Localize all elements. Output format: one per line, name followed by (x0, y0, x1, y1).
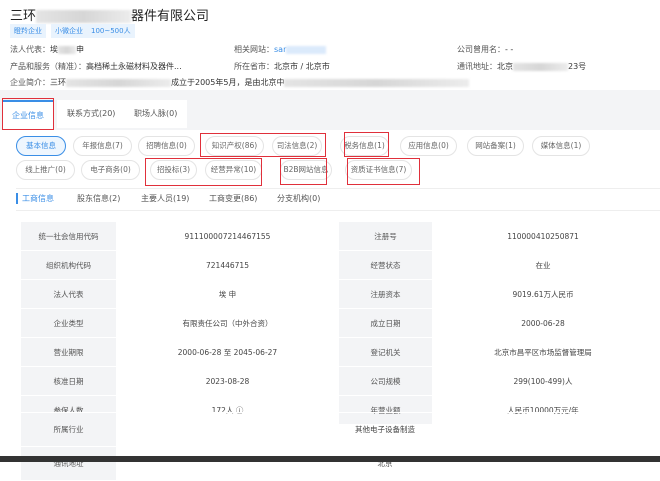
pill-annual[interactable]: 年报信息(7) (73, 136, 132, 156)
subtab-business[interactable]: 工商信息 (16, 193, 54, 204)
field-value: 其他电子设备制造 (116, 412, 654, 447)
subtab-shareholders[interactable]: 股东信息(2) (77, 193, 120, 204)
highlight-box (280, 158, 327, 185)
address: 通讯地址：北京 23号 (457, 62, 587, 71)
highlight-box (2, 98, 54, 130)
field-value: 埃 申 (116, 279, 339, 309)
former-name: 公司曾用名：- - (457, 45, 514, 54)
field-value: 721446715 (116, 250, 339, 280)
table-row: 核准日期 2023-08-28 公司规模 299(100-499)人 (20, 366, 654, 396)
highlight-box (344, 132, 389, 157)
field-label: 通讯地址 (20, 446, 117, 481)
field-value: 北京市昌平区市场监督管理局 (432, 337, 654, 367)
field-value: 911100007214467155 (116, 221, 339, 251)
field-label: 成立日期 (338, 308, 433, 338)
field-value: 有限责任公司（中外合资） (116, 308, 339, 338)
highlight-box (347, 158, 420, 185)
tag: 瞪羚企业 (10, 24, 46, 38)
field-label: 公司规模 (338, 366, 433, 396)
pill-basic[interactable]: 基本信息 (16, 136, 66, 156)
field-value: 9019.61万人民币 (432, 279, 654, 309)
field-value: 2000-06-28 (432, 308, 654, 338)
field-label: 法人代表 (20, 279, 117, 309)
pill-apps[interactable]: 应用信息(0) (400, 136, 457, 156)
intro: 企业简介：三环 成立于2005年5月，是由北京中 (10, 77, 470, 88)
field-label: 登记机关 (338, 337, 433, 367)
pill-site-record[interactable]: 网站备案(1) (467, 136, 524, 156)
field-label: 所属行业 (20, 412, 117, 447)
field-value: 在业 (432, 250, 654, 280)
table-row: 组织机构代码 721446715 经营状态 在业 (20, 250, 654, 280)
field-label: 组织机构代码 (20, 250, 117, 280)
legal-rep: 法人代表：埃申 (10, 45, 84, 54)
subtab-branches[interactable]: 分支机构(0) (277, 193, 320, 204)
tag: 小微企业 (51, 24, 87, 38)
table-row: 营业期限 2000-06-28 至 2045-06-27 登记机关 北京市昌平区市场监… (20, 337, 654, 367)
field-value: 2000-06-28 至 2045-06-27 (116, 337, 339, 367)
website: 相关网站：sar (234, 44, 327, 55)
pill-recruit[interactable]: 招聘信息(0) (138, 136, 195, 156)
field-value: 110000410250871 (432, 221, 654, 251)
table-row: 所属行业 其他电子设备制造 (20, 412, 654, 447)
field-label: 注册号 (338, 221, 433, 251)
field-label: 营业期限 (20, 337, 117, 367)
pill-media[interactable]: 媒体信息(1) (532, 136, 590, 156)
field-label: 经营状态 (338, 250, 433, 280)
field-label: 核准日期 (20, 366, 117, 396)
table-row: 企业类型 有限责任公司（中外合资） 成立日期 2000-06-28 (20, 308, 654, 338)
pill-promo[interactable]: 线上推广(0) (16, 160, 75, 180)
highlight-box (145, 158, 262, 186)
taskbar (0, 456, 660, 462)
field-value: 299(100-499)人 (432, 366, 654, 396)
industry-table: 所属行业 其他电子设备制造 通讯地址 北京 (20, 412, 654, 481)
subtab-changes[interactable]: 工商变更(86) (209, 193, 257, 204)
highlight-box (200, 133, 326, 157)
field-label: 企业类型 (20, 308, 117, 338)
subtab-staff[interactable]: 主要人员(19) (141, 193, 189, 204)
tab-contact[interactable]: 联系方式(20) (57, 100, 126, 128)
table-row: 统一社会信用代码 911100007214467155 注册号 11000041025… (20, 221, 654, 251)
table-row: 法人代表埃 申注册资本 9019.61万人民币 (20, 279, 654, 309)
field-label: 注册资本 (338, 279, 433, 309)
tag: 100~500人 (87, 24, 135, 38)
tab-network[interactable]: 职场人脉(0) (124, 100, 188, 128)
field-value: 2023-08-28 (116, 366, 339, 396)
pill-ecommerce[interactable]: 电子商务(0) (81, 160, 140, 180)
field-value: 北京 (116, 446, 654, 481)
products: 产品和服务（精准）：高档稀土永磁材料及器件... (10, 62, 182, 71)
business-info-table: 统一社会信用代码 911100007214467155 注册号 11000041025… (20, 221, 654, 425)
field-label: 统一社会信用代码 (20, 221, 117, 251)
table-row: 通讯地址 北京 (20, 446, 654, 481)
province: 所在省市：北京市 / 北京市 (234, 62, 330, 71)
company-name: 三环 器件有限公司 (10, 9, 210, 24)
